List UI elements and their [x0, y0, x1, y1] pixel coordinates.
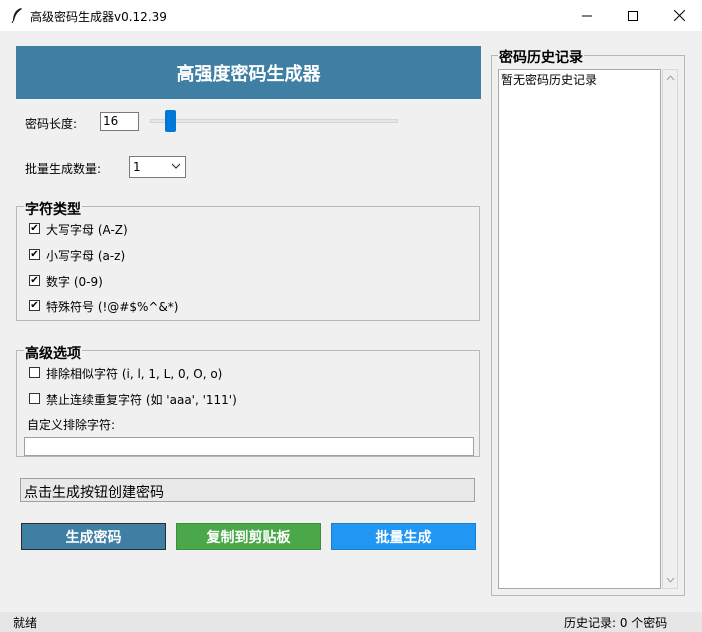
symbols-checkbox[interactable]: ✔	[29, 300, 40, 311]
status-bar: 就绪 历史记录: 0 个密码	[0, 612, 702, 632]
digits-label: 数字 (0-9)	[46, 275, 103, 289]
batch-label: 批量生成数量:	[25, 162, 102, 176]
scroll-up-icon	[666, 75, 675, 81]
chevron-down-icon	[171, 163, 181, 169]
batch-generate-button[interactable]: 批量生成	[331, 523, 476, 550]
symbols-label: 特殊符号 (!@#$%^&*)	[46, 300, 179, 314]
feather-app-icon	[11, 8, 22, 23]
no-repeat-label: 禁止连续重复字符 (如 'aaa', '111')	[46, 393, 237, 407]
status-left: 就绪	[13, 616, 38, 630]
header-title: 高强度密码生成器	[176, 63, 321, 85]
maximize-icon	[628, 10, 638, 21]
history-title: 密码历史记录	[498, 47, 584, 67]
history-empty-text: 暂无密码历史记录	[501, 73, 598, 87]
copy-button[interactable]: 复制到剪贴板	[176, 523, 321, 550]
length-input[interactable]: 16	[100, 112, 139, 131]
lowercase-checkbox[interactable]: ✔	[29, 249, 40, 260]
header-banner: 高强度密码生成器	[16, 46, 481, 99]
title-bar: 高级密码生成器v0.12.39	[0, 0, 702, 31]
exclude-similar-label: 排除相似字符 (i, l, 1, L, 0, O, o)	[46, 367, 223, 381]
generate-button[interactable]: 生成密码	[21, 523, 166, 550]
minimize-icon	[582, 15, 592, 16]
history-list[interactable]: 暂无密码历史记录	[498, 69, 661, 589]
check-icon: ✔	[30, 222, 39, 234]
minimize-button[interactable]	[564, 0, 610, 31]
length-slider-thumb[interactable]	[165, 110, 176, 132]
length-slider-track[interactable]	[150, 119, 398, 123]
window-title: 高级密码生成器v0.12.39	[30, 10, 167, 24]
batch-count-value: 1	[133, 160, 141, 174]
lowercase-label: 小写字母 (a-z)	[46, 249, 126, 263]
uppercase-label: 大写字母 (A-Z)	[46, 223, 128, 237]
custom-exclude-input[interactable]	[24, 437, 474, 456]
uppercase-checkbox[interactable]: ✔	[29, 223, 40, 234]
exclude-similar-checkbox[interactable]	[29, 367, 40, 378]
no-repeat-checkbox[interactable]	[29, 393, 40, 404]
maximize-button[interactable]	[610, 0, 656, 31]
close-button[interactable]	[656, 0, 702, 31]
advanced-title: 高级选项	[24, 343, 82, 363]
history-scrollbar[interactable]	[662, 69, 678, 589]
password-display: 点击生成按钮创建密码	[20, 478, 475, 502]
check-icon: ✔	[30, 299, 39, 311]
digits-checkbox[interactable]: ✔	[29, 275, 40, 286]
length-label: 密码长度:	[25, 117, 78, 131]
custom-exclude-label: 自定义排除字符:	[27, 418, 116, 432]
history-count: 历史记录: 0 个密码	[564, 616, 668, 630]
close-icon	[673, 10, 685, 21]
char-type-title: 字符类型	[24, 199, 82, 219]
check-icon: ✔	[30, 274, 39, 286]
scroll-down-icon	[666, 577, 675, 583]
check-icon: ✔	[30, 248, 39, 260]
